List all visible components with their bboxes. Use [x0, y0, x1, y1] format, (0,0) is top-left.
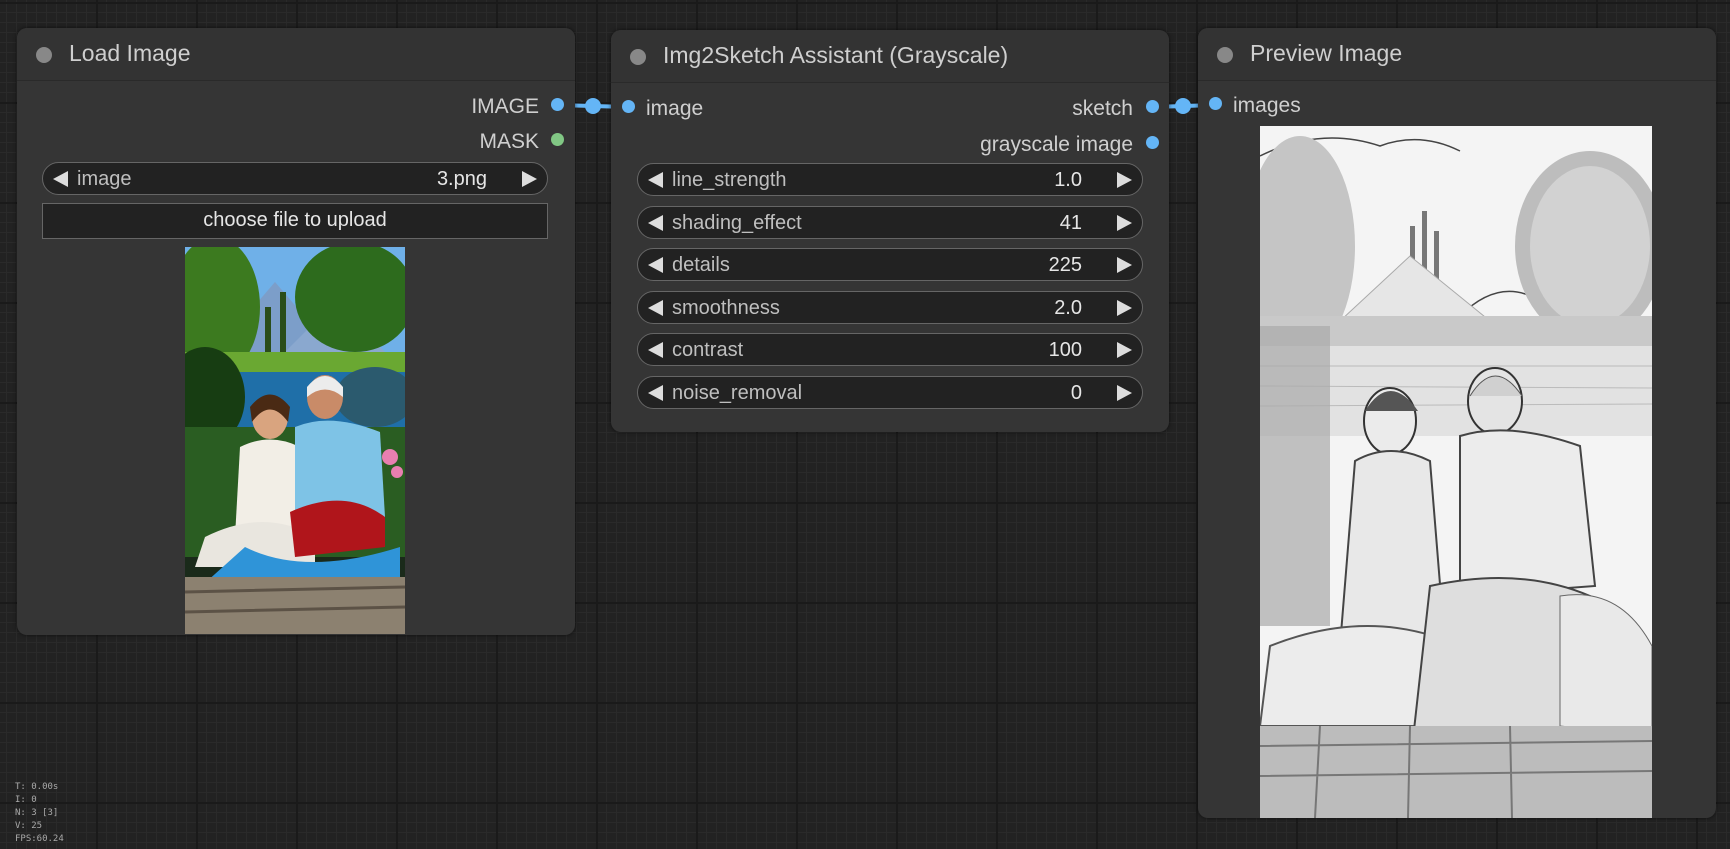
- output-label-sketch: sketch: [1072, 97, 1133, 120]
- input-slot-images[interactable]: [1209, 97, 1222, 110]
- output-slot-image[interactable]: [551, 98, 564, 111]
- arrow-left-icon[interactable]: [648, 257, 663, 273]
- output-slot-sketch[interactable]: [1146, 100, 1159, 113]
- node-title-bar[interactable]: Img2Sketch Assistant (Grayscale): [611, 30, 1169, 83]
- output-label-image: IMAGE: [471, 95, 539, 118]
- arrow-right-icon[interactable]: [1117, 300, 1132, 316]
- perf-stats: T: 0.00s I: 0 N: 3 [3] V: 25 FPS:60.24: [15, 781, 64, 846]
- link-dot: [1175, 98, 1191, 114]
- widget-name: contrast: [672, 339, 744, 361]
- arrow-right-icon[interactable]: [1117, 385, 1132, 401]
- arrow-left-icon[interactable]: [648, 300, 663, 316]
- output-label-mask: MASK: [479, 130, 539, 153]
- collapse-dot-icon[interactable]: [630, 49, 646, 65]
- arrow-left-icon[interactable]: [648, 215, 663, 231]
- image-combo-widget[interactable]: image 3.png: [42, 162, 548, 195]
- arrow-left-icon[interactable]: [648, 385, 663, 401]
- arrow-left-icon[interactable]: [53, 171, 68, 187]
- widget-contrast[interactable]: contrast 100: [637, 333, 1143, 366]
- arrow-right-icon[interactable]: [1117, 172, 1132, 188]
- widget-name: smoothness: [672, 297, 780, 319]
- input-label-image: image: [646, 97, 704, 120]
- node-title-bar[interactable]: Preview Image: [1198, 28, 1716, 81]
- widget-value: 1.0: [1054, 169, 1082, 191]
- output-slot-grayscale[interactable]: [1146, 136, 1159, 149]
- arrow-right-icon[interactable]: [1117, 342, 1132, 358]
- widget-value: 2.0: [1054, 297, 1082, 319]
- widget-value: 3.png: [436, 168, 487, 190]
- widget-name: line_strength: [672, 169, 787, 191]
- widget-noise-removal[interactable]: noise_removal 0: [637, 376, 1143, 409]
- arrow-left-icon[interactable]: [648, 172, 663, 188]
- stat-iterations: I: 0: [15, 795, 37, 805]
- node-title-bar[interactable]: Load Image: [17, 28, 575, 81]
- collapse-dot-icon[interactable]: [1217, 47, 1233, 63]
- preview-sketch-image: [1260, 126, 1652, 818]
- widget-line-strength[interactable]: line_strength 1.0: [637, 163, 1143, 196]
- collapse-dot-icon[interactable]: [36, 47, 52, 63]
- node-title: Preview Image: [1250, 40, 1403, 66]
- widget-smoothness[interactable]: smoothness 2.0: [637, 291, 1143, 324]
- stat-nodes: N: 3 [3]: [15, 808, 59, 818]
- widget-value: 41: [1059, 212, 1082, 234]
- loaded-image-thumbnail: [185, 247, 405, 634]
- arrow-right-icon[interactable]: [1117, 257, 1132, 273]
- node-title: Img2Sketch Assistant (Grayscale): [663, 42, 1009, 68]
- widget-shading-effect[interactable]: shading_effect 41: [637, 206, 1143, 239]
- node-preview-image[interactable]: Preview Image images: [1198, 28, 1716, 818]
- widget-details[interactable]: details 225: [637, 248, 1143, 281]
- input-label-images: images: [1233, 94, 1301, 117]
- widget-value: 0: [1070, 382, 1082, 404]
- arrow-right-icon[interactable]: [522, 171, 537, 187]
- widget-value: 100: [1048, 339, 1082, 361]
- widget-name: shading_effect: [672, 212, 802, 234]
- widget-name: details: [672, 254, 730, 276]
- widget-name: noise_removal: [672, 382, 803, 404]
- widget-value: 225: [1048, 254, 1082, 276]
- stat-time: T: 0.00s: [15, 782, 59, 792]
- arrow-left-icon[interactable]: [648, 342, 663, 358]
- upload-button[interactable]: choose file to upload: [42, 203, 548, 239]
- input-slot-image[interactable]: [622, 100, 635, 113]
- node-img2sketch[interactable]: Img2Sketch Assistant (Grayscale) image s…: [611, 30, 1169, 432]
- stat-visible: V: 25: [15, 821, 43, 831]
- output-label-grayscale: grayscale image: [980, 133, 1133, 156]
- arrow-right-icon[interactable]: [1117, 215, 1132, 231]
- node-title: Load Image: [69, 40, 191, 66]
- node-load-image[interactable]: Load Image IMAGE MASK image 3.png choose…: [17, 28, 575, 635]
- widget-name: image: [77, 168, 132, 190]
- output-slot-mask[interactable]: [551, 133, 564, 146]
- link-dot: [585, 98, 601, 114]
- stat-fps: FPS:60.24: [15, 834, 64, 844]
